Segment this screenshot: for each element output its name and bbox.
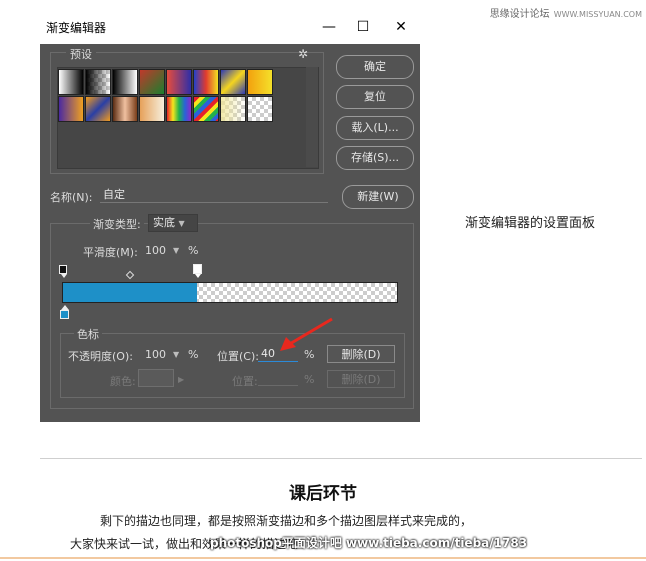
preset-swatch[interactable]	[193, 69, 219, 95]
opacity-stop-left[interactable]	[59, 265, 67, 274]
preset-swatch[interactable]	[112, 69, 138, 95]
presets-scrollbar[interactable]	[306, 67, 318, 167]
watermark-brand: 思缘设计论坛	[489, 9, 550, 20]
close-button[interactable]: ✕	[390, 16, 412, 38]
section-heading: 课后环节	[289, 484, 357, 504]
maximize-button[interactable]: ☐	[352, 16, 374, 38]
chevron-down-icon[interactable]: ▼	[173, 350, 179, 359]
load-button[interactable]: 载入(L)...	[336, 116, 414, 140]
stop-pointer-icon	[61, 274, 67, 278]
minimize-button[interactable]: —	[318, 16, 340, 38]
preset-swatch[interactable]	[220, 69, 246, 95]
watermark-site: WWW.MISSYUAN.COM	[553, 10, 642, 19]
opacity-unit: %	[188, 348, 199, 361]
color-stop-left[interactable]	[60, 310, 69, 319]
ok-button[interactable]: 确定	[336, 55, 414, 79]
title-bar: 渐变编辑器 — ☐ ✕	[40, 10, 420, 44]
preset-swatch[interactable]	[139, 69, 165, 95]
caption: 渐变编辑器的设置面板	[465, 216, 596, 231]
color-location-label: 位置:	[232, 375, 258, 388]
dialog-title: 渐变编辑器	[46, 21, 107, 35]
preset-swatch[interactable]	[193, 96, 219, 122]
chevron-down-icon[interactable]: ▼	[173, 246, 179, 255]
bottom-watermark: photoshop平面设计吧 www.tieba.com/tieba/1783	[210, 536, 528, 550]
save-button[interactable]: 存储(S)...	[336, 146, 414, 170]
gradient-type-label: 渐变类型:	[90, 216, 144, 232]
opacity-stop-selected[interactable]	[193, 264, 202, 274]
name-label: 名称(N):	[50, 191, 93, 204]
preset-swatch[interactable]	[166, 69, 192, 95]
gradient-fill	[63, 283, 197, 302]
chevron-down-icon: ▼	[178, 219, 185, 228]
paragraph-line-1: 剩下的描边也同理，都是按照渐变描边和多个描边图层样式来完成的，	[100, 514, 473, 528]
name-field[interactable]: 自定	[100, 187, 328, 203]
delete-color-stop-button[interactable]: 删除(D)	[327, 370, 395, 388]
annotation-arrow-icon	[280, 317, 333, 351]
preset-swatch[interactable]	[166, 96, 192, 122]
gradient-preview-bar[interactable]	[62, 282, 398, 303]
stop-pointer-icon	[195, 274, 201, 278]
preset-swatch[interactable]	[85, 96, 111, 122]
preset-swatch[interactable]	[139, 96, 165, 122]
preset-swatch[interactable]	[58, 96, 84, 122]
preset-swatch[interactable]	[58, 69, 84, 95]
gradient-type-select[interactable]: 实底 ▼	[148, 214, 198, 232]
presets-label: 预设	[66, 46, 96, 62]
color-label: 颜色:	[110, 375, 136, 388]
watermark: 思缘设计论坛 WWW.MISSYUAN.COM	[490, 5, 642, 20]
divider	[40, 458, 642, 459]
smoothness-value[interactable]: 100	[145, 244, 166, 257]
stops-group-label: 色标	[74, 326, 102, 342]
smoothness-label: 平滑度(M):	[83, 246, 138, 259]
opacity-value[interactable]: 100	[145, 348, 166, 361]
preset-swatch[interactable]	[112, 96, 138, 122]
color-swatch[interactable]	[138, 369, 174, 387]
chevron-right-icon[interactable]: ▶	[178, 375, 184, 384]
preset-swatch[interactable]	[220, 96, 246, 122]
reset-button[interactable]: 复位	[336, 85, 414, 109]
bottom-border	[0, 557, 646, 559]
preset-swatch[interactable]	[85, 69, 111, 95]
location-label: 位置(C):	[217, 350, 259, 363]
new-button[interactable]: 新建(W)	[342, 185, 414, 209]
gear-icon[interactable]: ✲	[298, 47, 308, 61]
preset-swatch[interactable]	[247, 96, 273, 122]
color-location-unit: %	[304, 373, 315, 386]
gradient-type-value: 实底	[153, 216, 175, 229]
preset-swatch[interactable]	[247, 69, 273, 95]
opacity-label: 不透明度(O):	[68, 350, 133, 363]
smoothness-unit: %	[188, 244, 199, 257]
color-location-input[interactable]	[258, 371, 298, 386]
